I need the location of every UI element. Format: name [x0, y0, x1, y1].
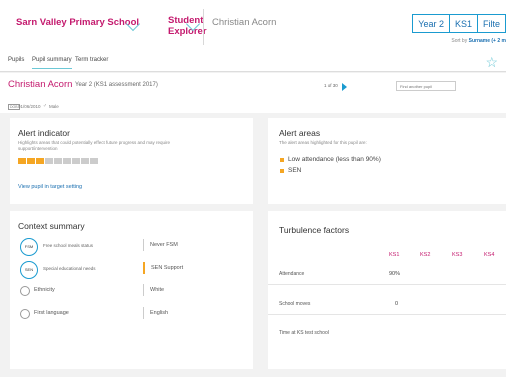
alert-areas-card: Alert areas The alert areas highlighted …	[268, 118, 506, 204]
alert-level-segment	[36, 158, 44, 164]
column-header: KS1	[389, 252, 400, 258]
table-row: Attendance 90%	[268, 263, 506, 285]
filter-chips: Year 2 KS1 Filte	[412, 14, 506, 33]
pupil-breadcrumb-name: Christian Acorn	[212, 17, 277, 28]
row-label: School moves	[279, 301, 311, 307]
tab-pupils[interactable]: Pupils	[8, 57, 24, 63]
list-item: SEN	[280, 167, 381, 174]
context-label: Special educational needs	[43, 266, 96, 271]
school-name: Sarn Valley Primary School	[16, 17, 140, 28]
pupil-meta: Year 2 (KS1 assessment 2017)	[75, 82, 158, 88]
filter-year[interactable]: Year 2	[412, 14, 450, 33]
tab-bar: Pupils Pupil summary Term tracker ☆	[0, 52, 506, 72]
pupil-details: DOB 01/06/2010 ♂ Male	[0, 103, 506, 113]
table-row: School moves 0	[268, 293, 506, 315]
context-row-sen: SEN Special educational needs SEN Suppor…	[20, 261, 260, 279]
context-row-ethnicity: Ethnicity White	[20, 283, 260, 299]
target-setting-link[interactable]: View pupil in target setting	[18, 184, 82, 190]
context-label: First language	[34, 310, 69, 316]
row-label: Time at KS test school	[279, 330, 329, 336]
card-title: Alert indicator	[18, 128, 70, 138]
card-title: Context summary	[18, 221, 85, 231]
sort-prefix: Sort by	[451, 38, 468, 44]
alert-level-segment	[72, 158, 80, 164]
context-value: Never FSM	[143, 239, 178, 251]
star-icon[interactable]: ☆	[485, 55, 498, 69]
table-row: Time at KS test school	[268, 322, 506, 344]
info-circle-icon	[20, 309, 30, 319]
dob-value: 01/06/2010	[18, 104, 41, 109]
context-summary-card: Context summary FSM Free school meals st…	[10, 211, 253, 369]
info-circle-icon	[20, 286, 30, 296]
list-item: Low attendance (less than 90%)	[280, 156, 381, 163]
alert-level-segment	[27, 158, 35, 164]
app-header: Sarn Valley Primary School Student Explo…	[0, 0, 506, 52]
context-value: White	[143, 284, 164, 296]
filter-keystage[interactable]: KS1	[448, 14, 478, 33]
column-header: KS3	[452, 252, 463, 258]
school-breadcrumb[interactable]: Sarn Valley Primary School	[8, 9, 152, 45]
tab-term-tracker[interactable]: Term tracker	[75, 57, 108, 63]
alert-level-segment	[63, 158, 71, 164]
row-value: 0	[395, 301, 399, 307]
tab-pupil-summary[interactable]: Pupil summary	[32, 57, 72, 69]
context-label: Free school meals status	[43, 243, 94, 248]
row-label: Attendance	[279, 271, 305, 277]
context-row-language: First language English	[20, 306, 260, 322]
alert-level-segment	[45, 158, 53, 164]
turbulence-card: Turbulence factors KS1 KS2 KS3 KS4 Atten…	[268, 211, 506, 369]
sort-control[interactable]: Sort by Surname (+ 2 m	[451, 38, 506, 44]
context-value: English	[143, 307, 168, 319]
alert-level-segment	[18, 158, 26, 164]
card-subtitle: The alert areas highlighted for this pup…	[279, 140, 367, 145]
pupil-bar: Christian Acorn Year 2 (KS1 assessment 2…	[0, 73, 506, 103]
gender-value: Male	[49, 104, 59, 109]
next-arrow-icon[interactable]	[342, 83, 347, 91]
filter-button[interactable]: Filte	[476, 14, 506, 33]
row-value: 90%	[389, 271, 401, 277]
alert-level-segment	[81, 158, 89, 164]
column-header: KS4	[484, 252, 495, 258]
card-title: Turbulence factors	[279, 225, 350, 235]
card-subtitle: Highlights areas that could potentially …	[18, 140, 171, 151]
card-title: Alert areas	[279, 128, 321, 138]
pupil-breadcrumb[interactable]: Christian Acorn	[203, 9, 383, 45]
gender-icon: ♂	[43, 103, 47, 109]
alert-list: Low attendance (less than 90%) SEN	[280, 156, 381, 178]
sort-value[interactable]: Surname (+ 2 m	[469, 38, 506, 44]
column-header: KS2	[420, 252, 431, 258]
alert-level-bars	[18, 158, 99, 164]
pupil-name: Christian Acorn	[8, 79, 73, 90]
pupil-pager: 1 of 30	[324, 83, 338, 88]
context-label: Ethnicity	[34, 287, 55, 293]
context-value: SEN Support	[143, 262, 183, 274]
alert-level-segment	[90, 158, 98, 164]
fsm-badge: FSM	[20, 238, 38, 256]
sen-badge: SEN	[20, 261, 38, 279]
alert-level-segment	[54, 158, 62, 164]
find-pupil-input[interactable]	[396, 81, 456, 91]
context-row-fsm: FSM Free school meals status Never FSM	[20, 238, 260, 256]
alert-indicator-card: Alert indicator Highlights areas that co…	[10, 118, 253, 204]
